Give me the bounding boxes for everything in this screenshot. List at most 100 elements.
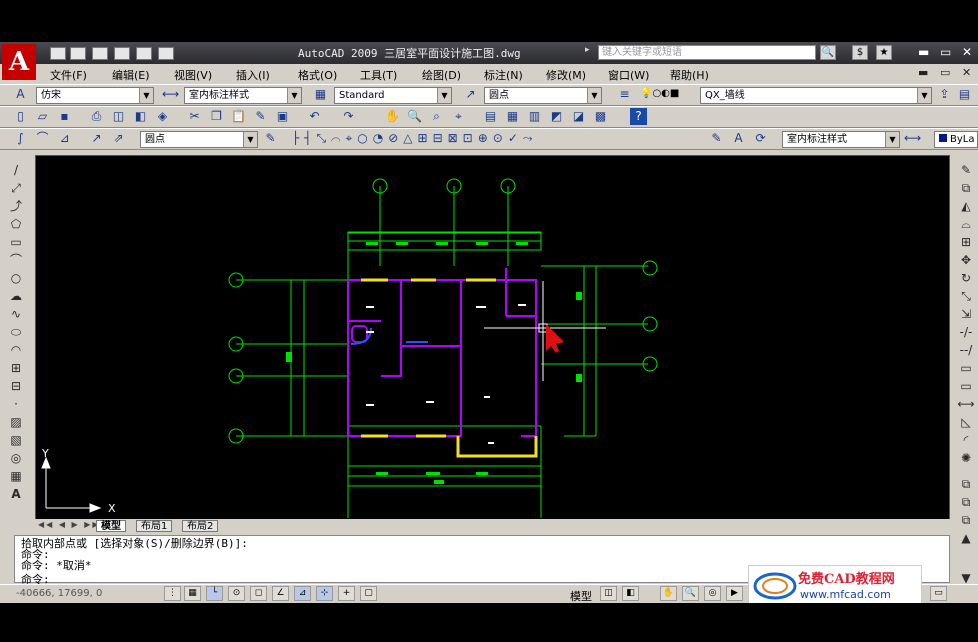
multileader-style-select[interactable]: 圆点 ▼ (484, 87, 602, 104)
stretch-icon[interactable]: ⇲ (955, 306, 977, 323)
erase-icon[interactable]: ✎ (955, 162, 977, 179)
break-at-point-icon[interactable]: ▭ (955, 360, 977, 377)
help-icon[interactable]: ? (630, 108, 647, 125)
undo-icon[interactable] (136, 47, 152, 60)
circle-icon[interactable]: ○ (5, 270, 27, 287)
gradient-icon[interactable]: ▧ (5, 432, 27, 449)
multiline-text-icon[interactable]: A (5, 486, 27, 503)
multileader-style-icon[interactable]: ↗ (462, 86, 479, 103)
trim-icon[interactable]: -/- (955, 324, 977, 341)
layer-manager-icon[interactable]: ≡ (616, 86, 633, 103)
close-button[interactable]: ✕ (962, 45, 972, 59)
draw-order-icon[interactable]: ⧉ (955, 476, 977, 493)
arc-icon[interactable]: ⌒ (5, 252, 27, 269)
tool-palettes-icon[interactable]: ▥ (526, 108, 543, 125)
grid-button[interactable]: ▦ (184, 586, 201, 601)
fillet-icon[interactable]: ◜ (955, 432, 977, 449)
offset-icon[interactable]: ⌓ (955, 216, 977, 233)
doc-close-button[interactable]: ✕ (962, 66, 971, 79)
quick-view-drawings-icon[interactable]: ◧ (622, 586, 639, 601)
undo-icon[interactable]: ↶ (306, 108, 323, 125)
send-back-icon[interactable]: ⧉ (955, 512, 977, 529)
zoom-realtime-icon[interactable]: 🔍 (406, 108, 423, 125)
break-icon[interactable]: ▭ (955, 378, 977, 395)
spline-icon[interactable]: ∫ (12, 130, 29, 147)
join-icon[interactable]: ⟷ (955, 396, 977, 413)
explode-icon[interactable]: ✺ (955, 450, 977, 467)
3d-dwf-icon[interactable]: ◈ (154, 108, 171, 125)
dim-update-icon[interactable]: ⟳ (752, 130, 769, 147)
arc-length-icon[interactable]: ⌒ (34, 130, 51, 147)
new-file-icon[interactable] (50, 47, 66, 60)
pan-status-icon[interactable]: ✋ (660, 586, 677, 601)
lwt-button[interactable]: + (338, 586, 355, 601)
communication-center-icon[interactable]: $ (852, 45, 868, 60)
menu-view[interactable]: 视图(V) (174, 67, 212, 83)
dim-text-edit-icon[interactable]: A (730, 130, 747, 147)
polyline-icon[interactable]: ⤴ (5, 198, 27, 215)
tab-model[interactable]: 模型 (96, 520, 126, 532)
favorites-icon[interactable]: ★ (876, 45, 892, 60)
snap-button[interactable]: ⋮ (164, 586, 181, 601)
extend-icon[interactable]: --/ (955, 342, 977, 359)
pan-icon[interactable]: ✋ (384, 108, 401, 125)
make-current-layer-icon[interactable]: ⇪ (936, 86, 953, 103)
line-icon[interactable]: / (5, 162, 27, 179)
table-style-select[interactable]: Standard ▼ (334, 87, 452, 104)
dimension-tools-icons[interactable]: ├┤⤡⌒⌖○◔⊘△⊞⊟⊠⊡⊕⊙✓⤳ (292, 131, 538, 146)
app-logo-icon[interactable]: A (2, 44, 36, 80)
layer-state-icons[interactable]: 💡○◐■ (640, 88, 679, 99)
ellipse-icon[interactable]: ⬭ (5, 324, 27, 341)
save-icon[interactable]: ▪ (56, 108, 73, 125)
text-style-icon[interactable]: A (12, 86, 29, 103)
polar-button[interactable]: ⊙ (228, 586, 245, 601)
dyn-button[interactable]: ⊹ (316, 586, 333, 601)
dim-style-select-2[interactable]: 室内标注样式 ▼ (782, 131, 900, 148)
tab-layout1[interactable]: 布局1 (136, 520, 173, 532)
minimize-button[interactable]: ▬ (918, 45, 929, 59)
zoom-status-icon[interactable]: 🔍 (682, 586, 699, 601)
markup-icon[interactable]: ◪ (570, 108, 587, 125)
make-block-icon[interactable]: ⊟ (5, 378, 27, 395)
menu-format[interactable]: 格式(O) (298, 67, 337, 83)
menu-insert[interactable]: 插入(I) (236, 67, 270, 83)
hatch-icon[interactable]: ▨ (5, 414, 27, 431)
menu-tools[interactable]: 工具(T) (360, 67, 397, 83)
zoom-previous-icon[interactable]: ⌖ (450, 108, 467, 125)
leader-style-select[interactable]: 圆点 ▼ (140, 131, 258, 148)
coordinate-readout[interactable]: -40666, 17699, 0 (16, 588, 102, 599)
bring-front-icon[interactable]: ⧉ (955, 494, 977, 511)
maximize-button[interactable]: ▭ (940, 45, 951, 59)
leader-settings-icon[interactable]: ✎ (262, 130, 279, 147)
otrack-button[interactable]: ∠ (272, 586, 289, 601)
clean-screen-icon[interactable]: ▭ (930, 586, 947, 601)
dim-ordinate-icon[interactable]: ⊿ (56, 130, 73, 147)
chamfer-icon[interactable]: ◺ (955, 414, 977, 431)
dim-style-icon[interactable]: ⟷ (162, 86, 179, 103)
mirror-icon[interactable]: ◭ (955, 198, 977, 215)
menu-window[interactable]: 窗口(W) (608, 67, 649, 83)
redo-icon[interactable] (158, 47, 174, 60)
plot-icon[interactable]: ⎙ (88, 108, 105, 125)
rectangle-icon[interactable]: ▭ (5, 234, 27, 251)
rotate-icon[interactable]: ↻ (955, 270, 977, 287)
properties-icon[interactable]: ▤ (482, 108, 499, 125)
open-icon[interactable]: ▱ (34, 108, 51, 125)
copy-object-icon[interactable]: ⧉ (955, 180, 977, 197)
menu-modify[interactable]: 修改(M) (546, 67, 586, 83)
spline-icon[interactable]: ∿ (5, 306, 27, 323)
open-file-icon[interactable] (70, 47, 86, 60)
ducs-button[interactable]: ⊿ (294, 586, 311, 601)
sheet-set-icon[interactable]: ◩ (548, 108, 565, 125)
table-icon[interactable]: ▦ (5, 468, 27, 485)
publish-icon[interactable]: ◧ (132, 108, 149, 125)
revision-cloud-icon[interactable]: ☁ (5, 288, 27, 305)
copy-icon[interactable]: ❐ (208, 108, 225, 125)
paste-icon[interactable]: 📋 (230, 108, 247, 125)
cut-icon[interactable]: ✂ (186, 108, 203, 125)
leader-align-icon[interactable]: ⇗ (110, 130, 127, 147)
plot-preview-icon[interactable]: ◫ (110, 108, 127, 125)
osnap-button[interactable]: ◻ (250, 586, 267, 601)
layer-previous-icon[interactable]: ▤ (956, 86, 973, 103)
color-select[interactable]: ByLa (934, 131, 978, 148)
